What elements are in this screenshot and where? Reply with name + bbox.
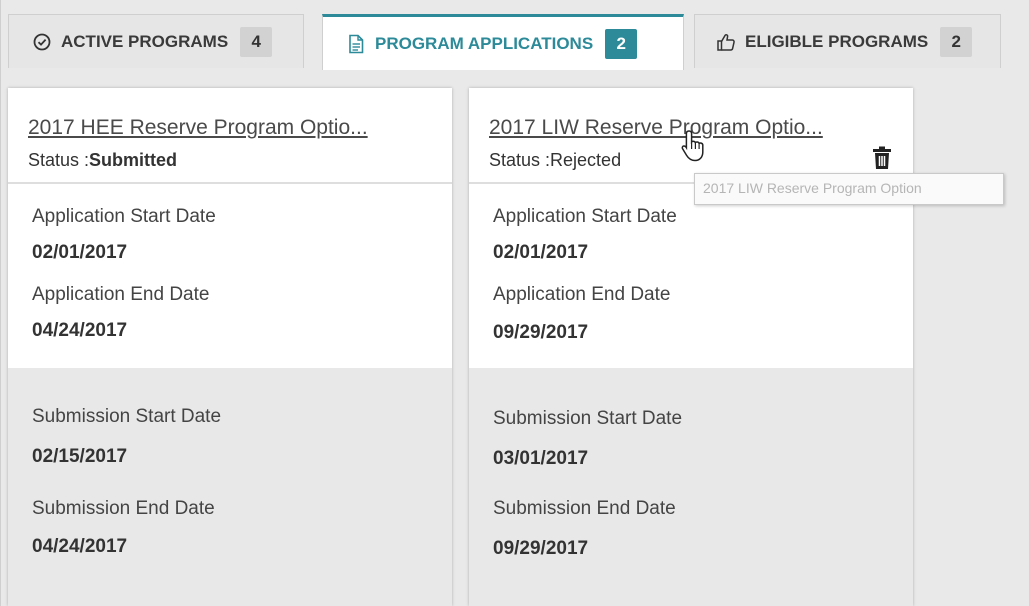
card-application-dates: Application Start Date 02/01/2017 Applic… [8,184,452,368]
tab-active-programs[interactable]: ACTIVE PROGRAMS 4 [8,14,304,68]
application-start-value: 02/01/2017 [32,242,128,263]
submission-end-label: Submission End Date [32,498,215,519]
tab-bar: ACTIVE PROGRAMS 4 PROGRAM APPLICATIONS 2… [0,0,1029,70]
card-application-dates: Application Start Date 02/01/2017 Applic… [469,184,913,368]
submission-end-value: 09/29/2017 [493,538,589,559]
count-badge: 2 [940,26,973,57]
status-value: Submitted [89,150,178,170]
card-submission-dates: Submission Start Date 03/01/2017 Submiss… [469,368,913,606]
card-status: Status :Rejected [489,150,621,171]
hand-pointer-icon [678,128,714,164]
tab-label: ELIGIBLE PROGRAMS [745,31,929,51]
submission-start-value: 03/01/2017 [493,448,589,469]
trash-icon[interactable] [871,146,893,170]
application-card: 2017 HEE Reserve Program Optio... Status… [8,88,452,606]
application-end-label: Application End Date [32,284,210,305]
status-label: Status : [489,150,551,170]
submission-start-label: Submission Start Date [493,408,683,429]
status-value: Rejected [550,150,622,170]
submission-start-value: 02/15/2017 [32,446,128,467]
submission-end-value: 04/24/2017 [32,536,128,557]
tab-program-applications[interactable]: PROGRAM APPLICATIONS 2 [322,14,684,70]
application-start-label: Application Start Date [493,206,677,227]
tab-eligible-programs[interactable]: ELIGIBLE PROGRAMS 2 [694,14,1001,68]
title-tooltip: 2017 LIW Reserve Program Option [694,173,1004,205]
card-title-link[interactable]: 2017 LIW Reserve Program Optio... [489,116,823,140]
document-icon [345,33,367,55]
status-label: Status : [28,150,90,170]
count-badge: 2 [605,28,638,59]
card-header: 2017 HEE Reserve Program Optio... Status… [8,88,452,184]
check-circle-icon [31,31,53,53]
application-end-label: Application End Date [493,284,671,305]
card-title-link[interactable]: 2017 HEE Reserve Program Optio... [28,116,368,140]
submission-end-label: Submission End Date [493,498,676,519]
card-status: Status :Submitted [28,150,177,171]
application-end-value: 09/29/2017 [493,322,589,343]
application-start-label: Application Start Date [32,206,216,227]
application-start-value: 02/01/2017 [493,242,589,263]
card-submission-dates: Submission Start Date 02/15/2017 Submiss… [8,368,452,606]
count-badge: 4 [240,26,273,57]
application-end-value: 04/24/2017 [32,320,128,341]
submission-start-label: Submission Start Date [32,406,222,427]
thumbs-up-icon [715,31,737,53]
application-card: 2017 LIW Reserve Program Optio... Status… [469,88,913,606]
tab-label: ACTIVE PROGRAMS [61,31,229,51]
tab-label: PROGRAM APPLICATIONS [375,33,594,53]
